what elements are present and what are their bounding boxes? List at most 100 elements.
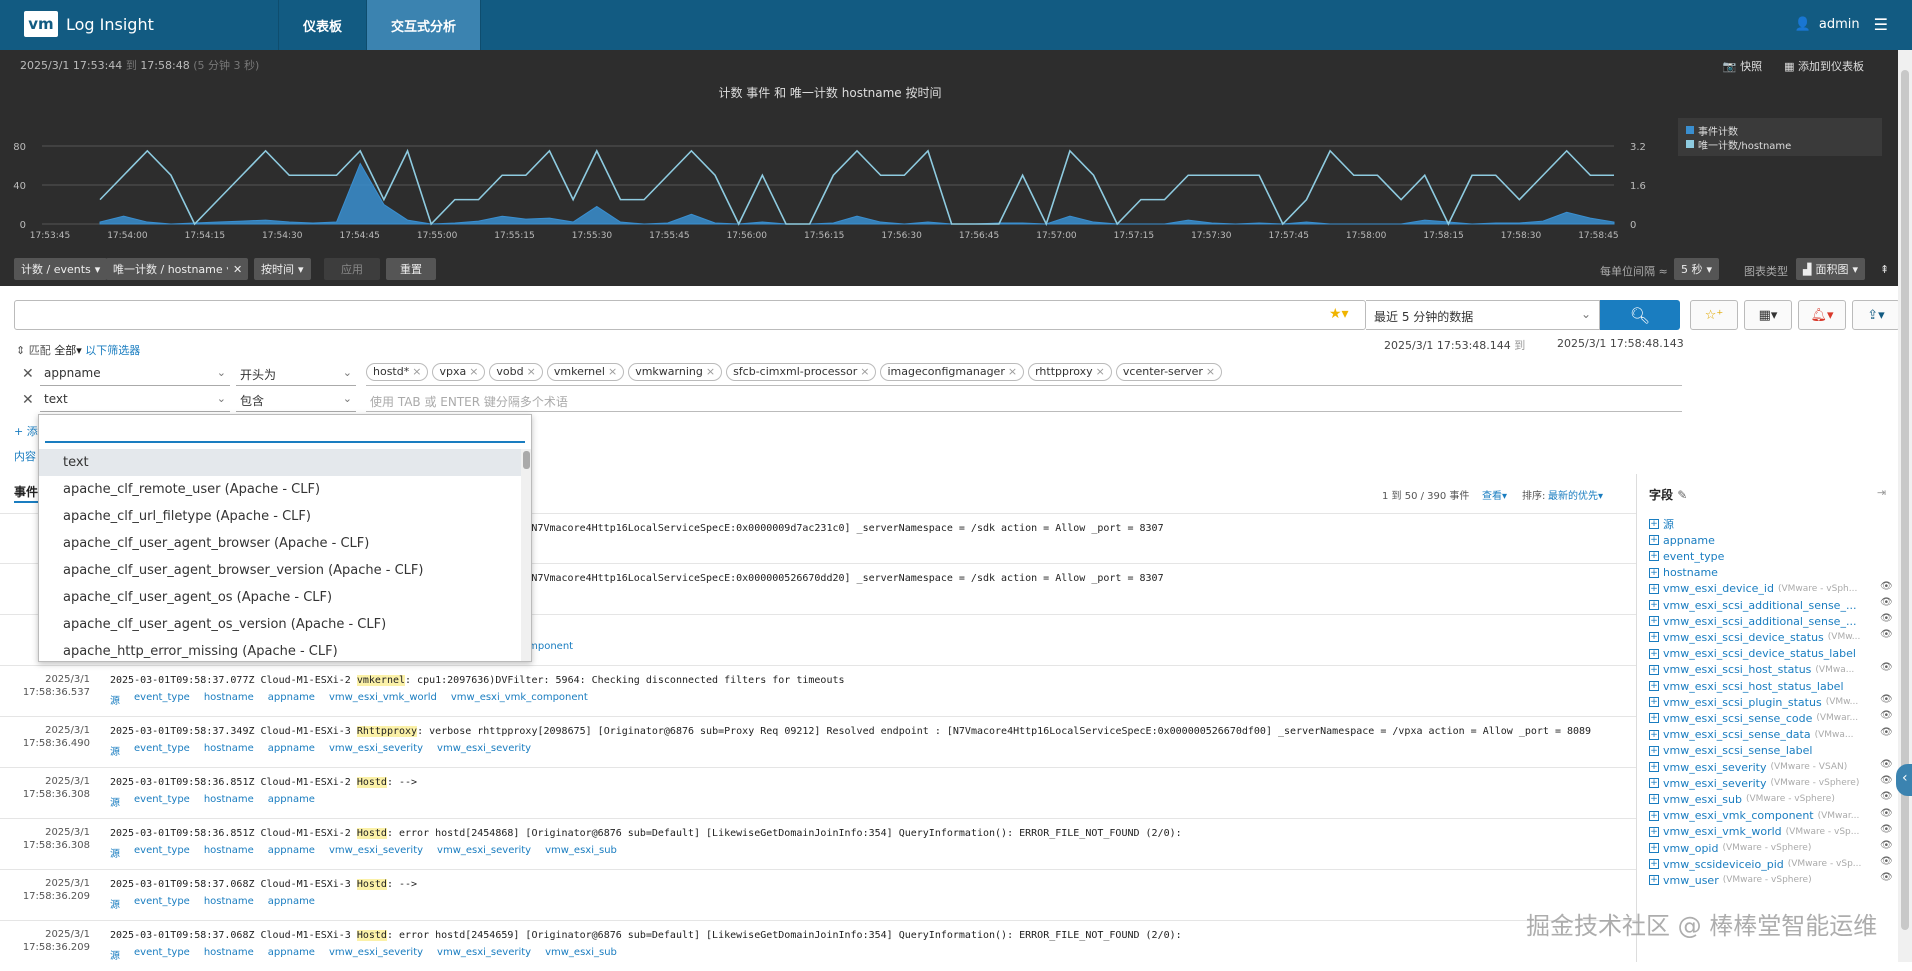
view-dropdown[interactable]: 查看▾ (1482, 487, 1507, 502)
expand-plus-icon[interactable]: + (1649, 519, 1659, 529)
field-item[interactable]: + vmw_esxi_device_id (VMware - vSph... (1649, 581, 1857, 597)
eye-icon[interactable]: 👁 (1880, 581, 1893, 592)
field-item[interactable]: + 源 (1649, 516, 1678, 532)
dropdown-scrollbar[interactable] (521, 449, 531, 661)
snapshot-button[interactable]: 📷 快照 (1723, 58, 1762, 74)
hamburger-menu-icon[interactable]: ☰ (1874, 15, 1888, 34)
filter-value-input[interactable]: 使用 TAB 或 ENTER 键分隔多个术语 (370, 393, 568, 410)
tag-remove-icon[interactable]: × (1206, 365, 1215, 378)
dropdown-option[interactable]: apache_clf_user_agent_os (Apache - CLF) (39, 584, 523, 611)
event-field-link[interactable]: vmw_esxi_severity (329, 947, 423, 962)
eye-icon[interactable]: 👁 (1880, 856, 1893, 867)
add-filter-link[interactable]: + 添 (14, 423, 38, 439)
field-item[interactable]: + vmw_esxi_severity (VMware - VSAN) (1649, 759, 1847, 775)
expand-plus-icon[interactable]: + (1649, 826, 1659, 837)
event-field-link[interactable]: hostname (204, 845, 254, 860)
tag-remove-icon[interactable]: × (860, 365, 869, 378)
event-field-link[interactable]: hostname (204, 794, 254, 809)
event-field-link[interactable]: 源 (110, 947, 120, 962)
field-item[interactable]: + vmw_esxi_scsi_sense_data (VMwa... (1649, 727, 1854, 743)
field-item[interactable]: + vmw_scsideviceio_pid (VMware - vSp... (1649, 856, 1861, 872)
dropdown-option[interactable]: apache_clf_user_agent_browser (Apache - … (39, 530, 523, 557)
event-row[interactable]: 2025/3/1 17:58:36.490 2025-03-01T09:58:37.… (0, 716, 1636, 767)
dropdown-option[interactable]: apache_clf_user_agent_os_version (Apache… (39, 611, 523, 638)
match-mode-dropdown[interactable]: 全部▾ (54, 344, 82, 357)
dropdown-option[interactable]: apache_http_error_missing (Apache - CLF) (39, 638, 523, 661)
tag-remove-icon[interactable]: × (527, 365, 536, 378)
expand-plus-icon[interactable]: + (1649, 535, 1659, 546)
reset-button[interactable]: 重置 (386, 258, 436, 280)
expand-plus-icon[interactable]: + (1649, 859, 1659, 870)
dropdown-scroll-thumb[interactable] (523, 451, 530, 469)
field-item[interactable]: + vmw_esxi_scsi_sense_code (VMwar... (1649, 710, 1858, 726)
filter-operator-select[interactable]: 开头为 ⌄ (236, 362, 356, 386)
field-item[interactable]: + appname (1649, 532, 1719, 548)
field-search-input[interactable] (45, 423, 525, 443)
tag-remove-icon[interactable]: × (608, 365, 617, 378)
eye-icon[interactable]: 👁 (1880, 872, 1893, 883)
expand-plus-icon[interactable]: + (1649, 810, 1659, 821)
dropdown-option[interactable]: apache_clf_user_agent_browser_version (A… (39, 557, 523, 584)
filter-field-select[interactable]: appname ⌄ (40, 362, 230, 386)
filter-tag[interactable]: vpxa × (432, 363, 486, 381)
field-item[interactable]: + vmw_esxi_scsi_device_status_label (1649, 646, 1860, 662)
remove-metric-button[interactable]: ✕ (228, 258, 248, 280)
event-field-link[interactable]: event_type (134, 794, 190, 809)
field-item[interactable]: + event_type (1649, 548, 1728, 564)
app-logo[interactable]: vm Log Insight (24, 11, 154, 37)
event-field-link[interactable]: vmw_esxi_severity (437, 947, 531, 962)
event-field-link[interactable]: appname (268, 896, 315, 911)
expand-plus-icon[interactable]: + (1649, 551, 1659, 562)
eye-icon[interactable]: 👁 (1880, 808, 1893, 819)
filter-tag[interactable]: hostd* × (366, 363, 429, 381)
field-item[interactable]: + vmw_esxi_scsi_additional_sense_... (1649, 597, 1860, 613)
expand-plus-icon[interactable]: + (1649, 762, 1659, 772)
content-link[interactable]: 内容 (14, 448, 36, 464)
filter-field-select[interactable]: text ⌄ (40, 388, 230, 412)
event-field-link[interactable]: hostname (204, 692, 254, 707)
eye-icon[interactable]: 👁 (1880, 791, 1893, 802)
expand-plus-icon[interactable]: + (1649, 648, 1659, 659)
event-field-link[interactable]: event_type (134, 896, 190, 911)
event-field-link[interactable]: 源 (110, 692, 120, 707)
remove-filter-icon[interactable]: ✕ (22, 366, 34, 382)
event-field-link[interactable]: event_type (134, 692, 190, 707)
eye-icon[interactable]: 👁 (1880, 824, 1893, 835)
event-field-link[interactable]: hostname (204, 743, 254, 758)
event-message[interactable]: 2025-03-01T09:58:36.851Z Cloud-M1-ESXi-2… (110, 828, 1182, 839)
sort-dropdown[interactable]: 最新的优先▾ (1548, 487, 1603, 502)
event-message[interactable]: 2025-03-01T09:58:37.068Z Cloud-M1-ESXi-3… (110, 930, 1182, 941)
collapse-panel-icon[interactable]: ⇥ (1877, 486, 1886, 499)
field-item[interactable]: + vmw_esxi_scsi_device_status (VMw... (1649, 629, 1860, 645)
expand-plus-icon[interactable]: + (1649, 713, 1659, 724)
chart-type-dropdown[interactable]: ▟ 面积图 ▾ (1796, 258, 1865, 280)
filter-tag[interactable]: vmkwarning × (628, 363, 723, 381)
event-field-link[interactable]: appname (268, 743, 315, 758)
expand-plus-icon[interactable]: + (1649, 697, 1659, 708)
event-chart[interactable]: 0 40 80 0 1.6 3.2 17:53:45 17:54:00 17:54:15 17:5… (0, 110, 1660, 250)
expand-plus-icon[interactable]: + (1649, 778, 1659, 789)
field-item[interactable]: + vmw_esxi_scsi_additional_sense_... (1649, 613, 1860, 629)
side-panel-toggle[interactable]: ‹ (1896, 764, 1912, 796)
dashboard-add-button[interactable]: ▦▾ (1744, 300, 1792, 330)
tab-interactive-analytics[interactable]: 交互式分析 (367, 0, 482, 50)
event-message[interactable]: 2025-03-01T09:58:37.068Z Cloud-M1-ESXi-3… (110, 879, 417, 890)
user-menu[interactable]: 👤 admin ☰ (1795, 15, 1888, 34)
event-field-link[interactable]: appname (268, 794, 315, 809)
page-scroll-thumb[interactable] (1901, 70, 1909, 930)
tag-remove-icon[interactable]: × (1096, 365, 1105, 378)
filter-tag[interactable]: sfcb-cimxml-processor × (726, 363, 877, 381)
field-item[interactable]: + vmw_esxi_vmk_world (VMware - vSp... (1649, 824, 1859, 840)
expand-plus-icon[interactable]: + (1649, 567, 1659, 578)
favorite-add-button[interactable]: ☆⁺ (1690, 300, 1738, 330)
filter-tag[interactable]: imageconfigmanager × (880, 363, 1025, 381)
eye-icon[interactable]: 👁 (1880, 629, 1893, 640)
eye-icon[interactable]: 👁 (1880, 694, 1893, 705)
dropdown-option[interactable]: text (39, 449, 523, 476)
group-by-time-dropdown[interactable]: 按时间 ▾ (254, 258, 311, 280)
favorite-star-icon[interactable]: ★▾ (1329, 306, 1349, 322)
tag-remove-icon[interactable]: × (706, 365, 715, 378)
event-field-link[interactable]: appname (268, 845, 315, 860)
event-row[interactable]: 2025/3/1 17:58:36.308 2025-03-01T09:58:36.… (0, 767, 1636, 818)
eye-icon[interactable]: 👁 (1880, 613, 1893, 624)
